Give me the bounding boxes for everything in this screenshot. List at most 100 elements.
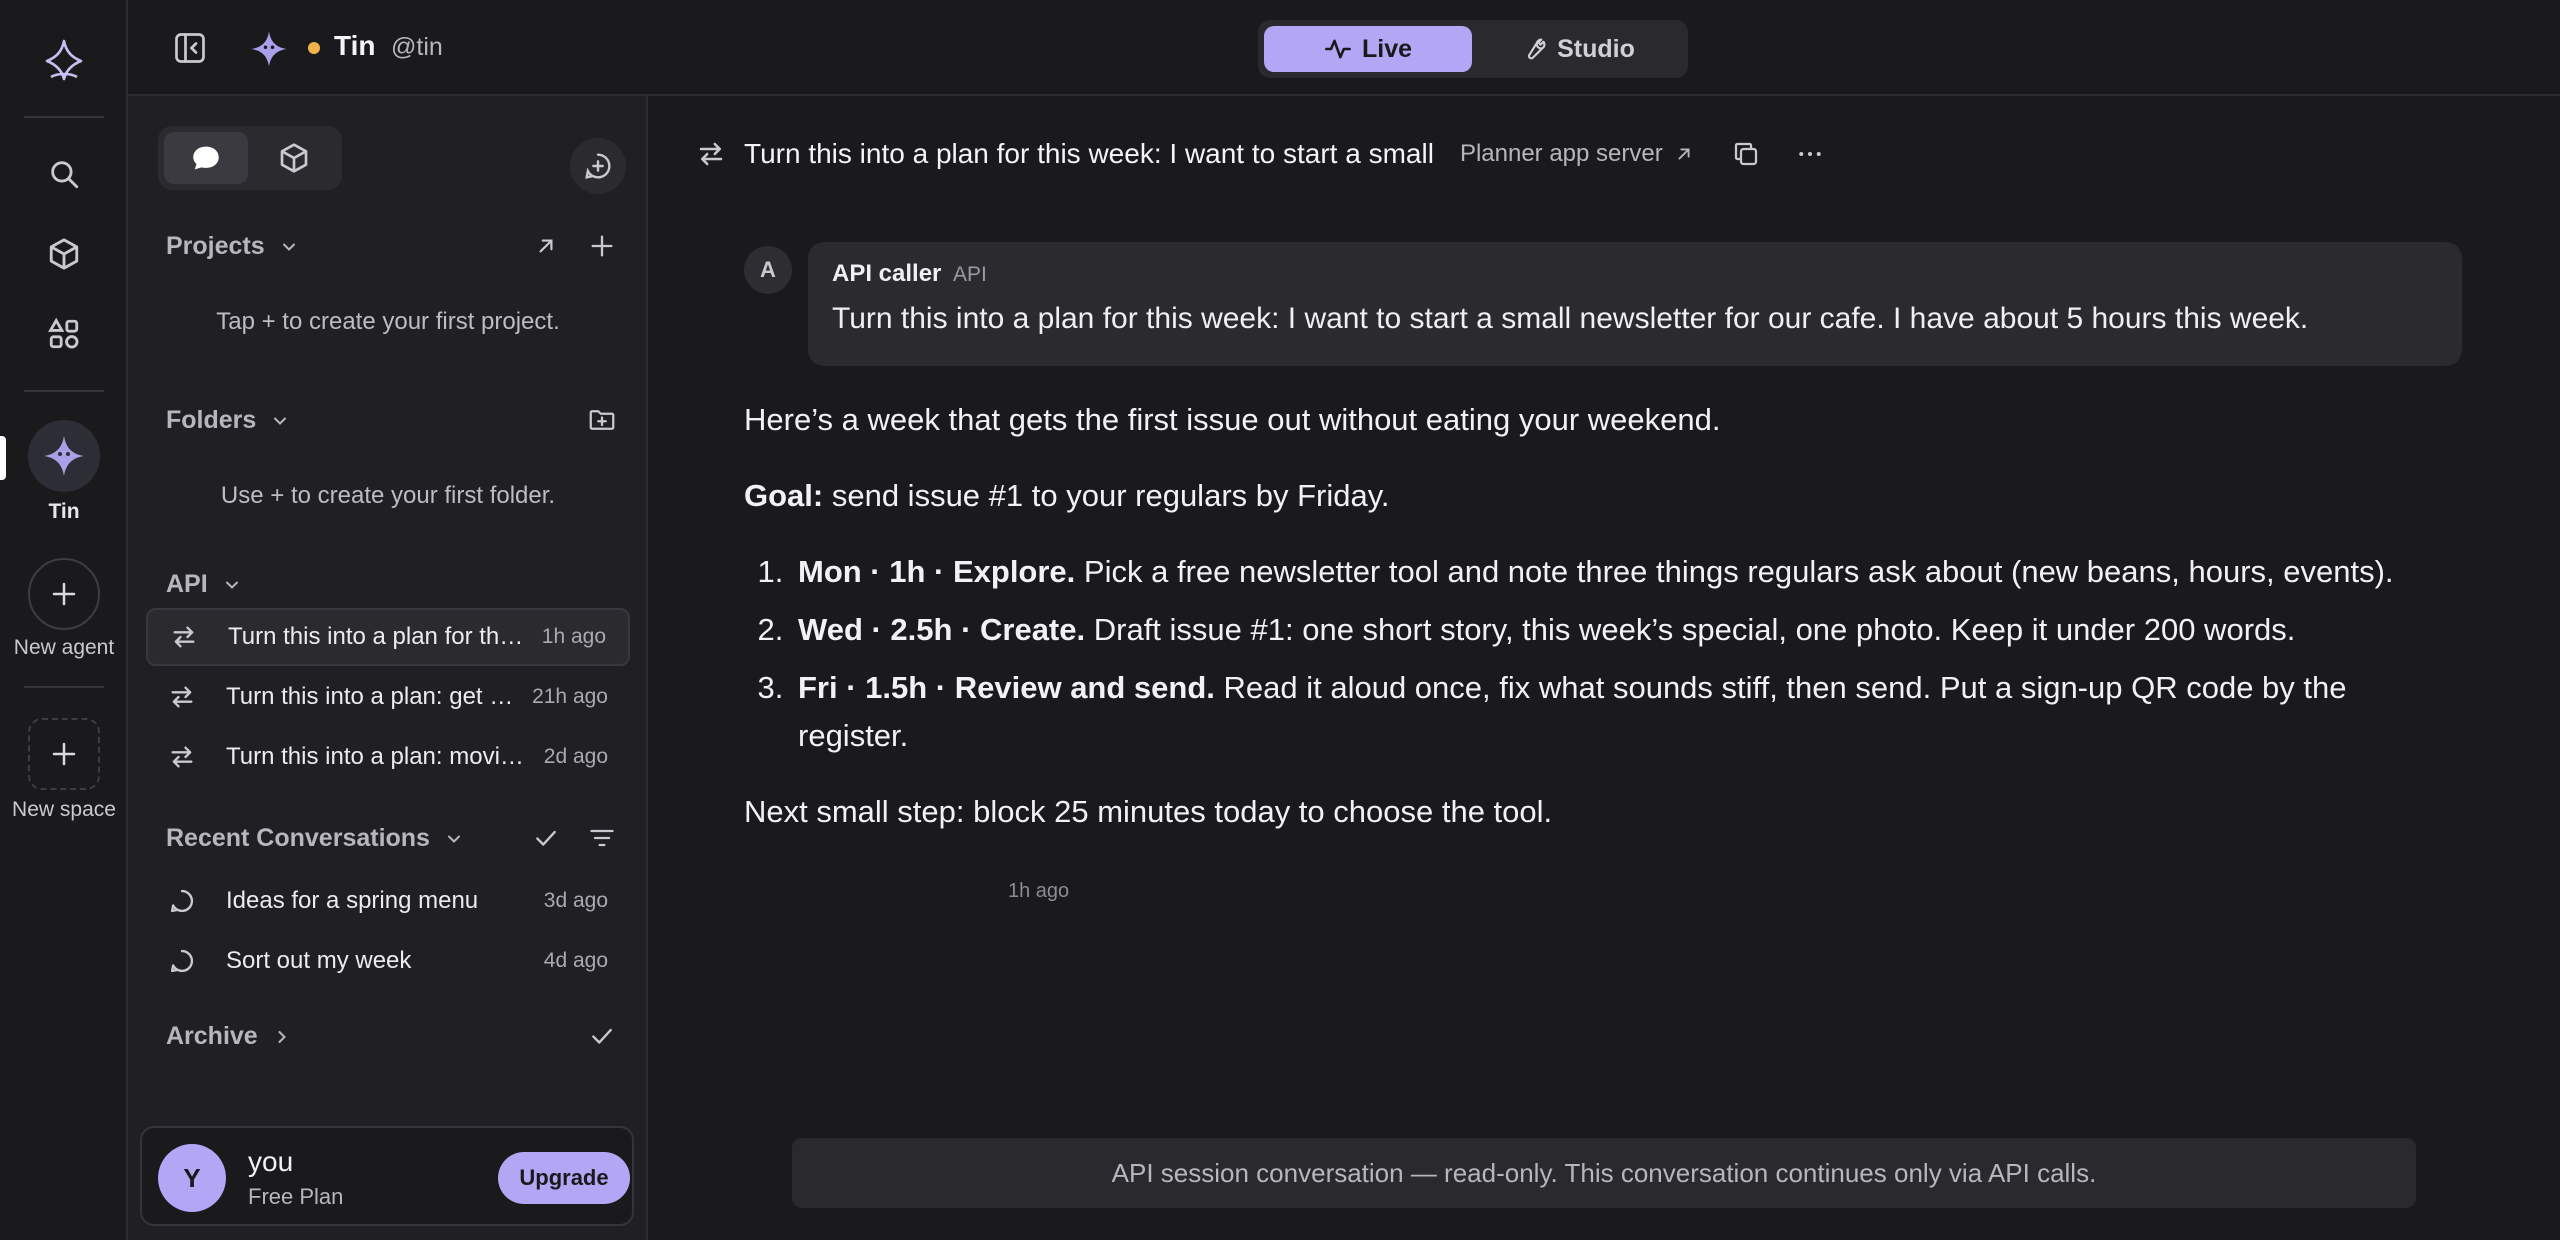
active-agent-indicator (0, 436, 6, 480)
step-heading: Mon · 1h · Explore. (798, 554, 1076, 589)
folders-section-header[interactable]: Folders (166, 406, 290, 435)
rail-divider (24, 116, 104, 118)
agents-view-button[interactable] (252, 132, 336, 184)
activity-icon (1325, 39, 1351, 59)
top-bar: Tin @tin Live Studio (128, 0, 2560, 96)
readonly-notice: API session conversation — read-only. Th… (792, 1138, 2416, 1208)
folders-empty-hint: Use + to create your first folder. (220, 482, 556, 509)
cube-icon[interactable] (40, 230, 88, 278)
conversation-title: Turn this into a plan: get organized (226, 683, 518, 710)
select-check-icon[interactable] (526, 818, 566, 858)
external-link-icon (1678, 148, 1690, 160)
chevron-down-icon (225, 581, 238, 589)
projects-empty-hint: Tap + to create your first project. (216, 308, 560, 335)
server-link[interactable]: Planner app server (1460, 140, 1695, 168)
archive-check-icon[interactable] (582, 1016, 622, 1056)
chats-view-button[interactable] (164, 132, 248, 184)
message-tag: API (953, 263, 987, 286)
conversation-time: 4d ago (543, 949, 608, 972)
live-mode-label: Live (1361, 34, 1413, 63)
rail-divider (24, 390, 104, 392)
recent-title: Recent Conversations (166, 824, 430, 852)
assistant-reply: Here’s a week that gets the first issue … (744, 396, 2464, 864)
projects-title: Projects (166, 232, 265, 260)
conversation-title: Sort out my week (226, 947, 412, 974)
new-agent-button[interactable] (28, 558, 100, 630)
apps-grid-icon[interactable] (40, 310, 88, 358)
search-icon[interactable] (40, 150, 88, 198)
reply-next-step: Next small step: block 25 minutes today … (744, 794, 1553, 829)
user-plan: Free Plan (248, 1184, 344, 1209)
plan-step: Mon · 1h · Explore. Pick a free newslett… (792, 548, 2464, 596)
user-card[interactable]: Y you Free Plan Upgrade (140, 1126, 634, 1226)
api-exchange-icon (168, 743, 208, 771)
recent-section-header[interactable]: Recent Conversations (166, 824, 464, 853)
agent-label: Tin (48, 500, 80, 523)
api-exchange-icon (168, 683, 208, 711)
filter-icon[interactable] (582, 818, 622, 858)
rail-divider (24, 686, 104, 688)
goal-text: send issue #1 to your regulars by Friday… (823, 478, 1390, 513)
conversation-title: Ideas for a spring menu (226, 887, 479, 914)
more-options-icon[interactable] (1795, 139, 1825, 169)
chat-bubble-icon (168, 947, 208, 975)
add-project-icon[interactable] (582, 226, 622, 266)
agent-avatar-tin[interactable] (28, 420, 100, 492)
api-conversation-item[interactable]: Turn this into a plan for this week: I w… (146, 608, 630, 666)
new-space-label: New space (12, 798, 116, 821)
agent-star-icon (44, 436, 84, 476)
sender-avatar: A (744, 246, 792, 294)
step-heading: Wed · 2.5h · Create. (798, 612, 1086, 647)
step-heading: Fri · 1.5h · Review and send. (798, 670, 1215, 705)
collapse-sidebar-icon[interactable] (168, 26, 212, 70)
api-title: API (166, 570, 208, 598)
upgrade-button[interactable]: Upgrade (498, 1152, 630, 1204)
studio-mode-button[interactable]: Studio (1474, 26, 1682, 72)
api-exchange-icon (696, 139, 726, 169)
recent-conversation-item[interactable]: Sort out my week 4d ago (146, 932, 630, 990)
conversation-time: 21h ago (532, 685, 608, 708)
chevron-right-icon (278, 1030, 286, 1043)
agent-handle: @tin (391, 33, 443, 61)
conversation-pane: Turn this into a plan for this week: I w… (650, 96, 2560, 1240)
sidebar: Projects Tap + to create your first proj… (128, 96, 648, 1240)
archive-title: Archive (166, 1022, 258, 1050)
plan-step: Fri · 1.5h · Review and send. Read it al… (792, 664, 2464, 760)
left-rail: Tin New agent New space (0, 0, 128, 1240)
live-mode-button[interactable]: Live (1264, 26, 1472, 72)
step-body: Draft issue #1: one short story, this we… (1085, 612, 2296, 647)
open-projects-icon[interactable] (526, 226, 566, 266)
sidebar-view-toggle (158, 126, 342, 190)
add-folder-icon[interactable] (582, 400, 622, 440)
user-name: you (248, 1146, 294, 1177)
projects-section-header[interactable]: Projects (166, 232, 299, 261)
app-logo-icon[interactable] (40, 36, 88, 84)
conversation-time: 2d ago (543, 745, 608, 768)
archive-section-header[interactable]: Archive (166, 1022, 292, 1051)
reply-timestamp: 1h ago (1008, 880, 1070, 902)
api-section-header[interactable]: API (166, 570, 242, 599)
avatar: Y (158, 1144, 226, 1212)
new-chat-button[interactable] (570, 138, 626, 194)
wrench-icon (1528, 38, 1546, 60)
conversation-time: 3d ago (543, 889, 608, 912)
server-name: Planner app server (1459, 140, 1663, 167)
api-conversation-item[interactable]: Turn this into a plan: moving house 2d a… (146, 728, 630, 786)
new-chat-icon (585, 153, 611, 179)
reply-goal: Goal: send issue #1 to your regulars by … (744, 472, 2464, 520)
goal-label: Goal: (744, 478, 824, 513)
plan-steps: Mon · 1h · Explore. Pick a free newslett… (792, 548, 2464, 760)
status-dot (308, 42, 320, 54)
user-message: API caller API Turn this into a plan for… (808, 242, 2462, 366)
chevron-down-icon (274, 417, 287, 425)
chat-bubble-icon (168, 887, 208, 915)
new-space-button[interactable] (28, 718, 100, 790)
api-conversation-item[interactable]: Turn this into a plan: get organized 21h… (146, 668, 630, 726)
plus-icon (52, 582, 76, 606)
message-text: Turn this into a plan for this week: I w… (832, 302, 2309, 335)
copy-icon[interactable] (1731, 139, 1761, 169)
chevron-down-icon (447, 835, 460, 843)
step-body: Pick a free newsletter tool and note thr… (1075, 554, 2394, 589)
recent-conversation-item[interactable]: Ideas for a spring menu 3d ago (146, 872, 630, 930)
studio-mode-label: Studio (1557, 34, 1635, 63)
